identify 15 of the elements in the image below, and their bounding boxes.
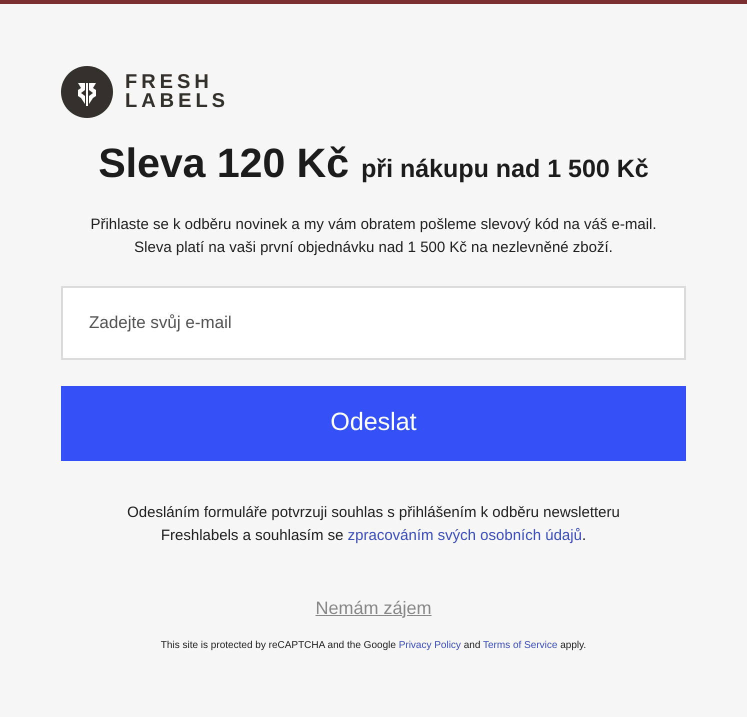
link[interactable]: zpracováním svých osobních údajů bbox=[348, 526, 582, 544]
submit-button[interactable]: Odeslat bbox=[61, 386, 686, 460]
logo-text: LABELS bbox=[125, 92, 229, 111]
email-field[interactable]: Zadejte svůj e-mail bbox=[61, 286, 686, 360]
decline-link[interactable]: Nemám zájem bbox=[315, 594, 432, 622]
intro-text: Sleva platí na vaši první objednávku nad 1 500 Kč na nezlevněné zboží. bbox=[134, 238, 613, 258]
link[interactable]: Terms of Service bbox=[483, 640, 558, 650]
heading: Sleva 120 Kč bbox=[98, 139, 350, 188]
logo-text: FRESH bbox=[125, 73, 214, 92]
heading-subtitle: při nákupu nad 1 500 Kč bbox=[361, 154, 649, 185]
consent-text: Odesláním formuláře potvrzuji souhlas s přihlášením k odběru newsletteru Freshlabels a souhlasím se zpracováním svých osobních údajů. bbox=[126, 502, 621, 546]
recaptcha-notice: This site is protected by reCAPTCHA and the Google Privacy Policy and Terms of Service apply. bbox=[160, 638, 588, 652]
intro-text: Přihlaste se k odběru novinek a my vám obratem pošleme slevový kód na váš e-mail. bbox=[90, 214, 657, 234]
logo-icon bbox=[61, 66, 113, 118]
link[interactable]: Privacy Policy bbox=[398, 640, 461, 650]
